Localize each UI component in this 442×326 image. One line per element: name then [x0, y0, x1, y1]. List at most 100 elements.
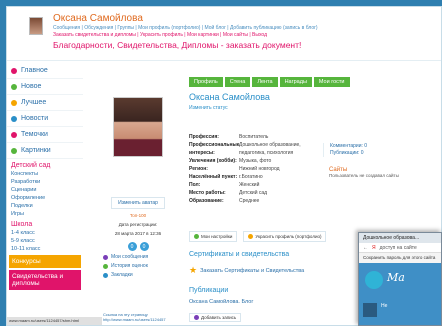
bullet-icon: [248, 234, 254, 239]
tab-feed[interactable]: Лента: [252, 77, 278, 87]
info-key: Образование:: [189, 198, 224, 204]
link-label: Мои сообщения: [111, 254, 149, 260]
info-key: Профессиональные интересы:: [189, 142, 240, 156]
header-avatar[interactable]: [29, 17, 43, 35]
url-value[interactable]: http://www.maam.ru/users/1124457: [103, 317, 166, 322]
header-links-secondary[interactable]: Заказать свидетельства и дипломы | Украс…: [53, 32, 267, 38]
publications-title: Публикации: [189, 287, 229, 294]
info-value: Нижний новгород: [239, 166, 280, 172]
section-title-kindergarten[interactable]: Детский сад: [7, 159, 83, 170]
info-row: Населённый пункт: г.Богатино: [189, 173, 319, 181]
star-icon: ★: [189, 265, 198, 275]
tab-wall[interactable]: Стена: [224, 77, 251, 87]
settings-button[interactable]: Мои настройки: [189, 231, 238, 242]
order-certificates-link[interactable]: ★ Заказать Сертификаты и Свидетельства: [189, 265, 304, 276]
sub-link[interactable]: 10-11 класс: [7, 245, 83, 253]
profile-photo: [113, 97, 163, 157]
certificates-title: Сертификаты и свидетельства: [189, 251, 290, 258]
certificates-button[interactable]: Свидетельства и дипломы: [9, 270, 81, 290]
bullet-icon: [11, 131, 17, 138]
header-links[interactable]: Сообщения | Обсуждения | Группы | Мои пр…: [53, 25, 318, 31]
change-status-link[interactable]: Изменить статус: [189, 105, 228, 111]
sidebar-item-topics[interactable]: Темочки: [7, 127, 83, 143]
bullet-icon: [103, 263, 108, 269]
bookmarks-link[interactable]: Закладки: [103, 272, 173, 278]
info-key: Населённый пункт:: [189, 174, 238, 180]
back-icon[interactable]: ←: [363, 245, 368, 251]
button-label: Мои настройки: [201, 234, 233, 239]
browser-window[interactable]: Дошкольное образова... ← Я доступ на сай…: [358, 232, 442, 326]
change-avatar-button[interactable]: Изменить аватар: [111, 197, 165, 209]
bullet-icon: [11, 83, 17, 90]
sidebar-item-label: Главное: [21, 67, 48, 74]
save-password-bar[interactable]: Сохранить пароль для этого сайта: [359, 253, 441, 263]
header: Оксана Самойлова Сообщения | Обсуждения …: [7, 7, 441, 61]
comments-count[interactable]: Комментарии: 0: [330, 143, 413, 150]
counter-circle[interactable]: 0: [127, 242, 137, 251]
page-title: Оксана Самойлова: [189, 92, 270, 102]
sidebar-item-label: Новости: [21, 115, 49, 122]
bullet-icon: [103, 272, 108, 278]
header-user-name[interactable]: Оксана Самойлова: [53, 13, 143, 24]
browser-logo-icon: Я: [372, 245, 376, 251]
sub-link[interactable]: Игры: [7, 210, 83, 218]
publications-count[interactable]: Публикации: 0: [330, 150, 413, 157]
info-row: Увлечения (хобби): Музыка, фото: [189, 157, 319, 165]
info-row: Профессия: Воспитатель: [189, 133, 319, 141]
sub-link[interactable]: Разработки: [7, 178, 83, 186]
section-title-school[interactable]: Школа: [7, 218, 83, 229]
info-value: Дошкольное образование, педагогика, псих…: [239, 142, 301, 156]
sub-link[interactable]: Сценарии: [7, 186, 83, 194]
counter-circle[interactable]: 0: [139, 242, 149, 251]
sidebar-item-label: Темочки: [21, 131, 48, 138]
profile-actions: Мои настройки Украсить профиль (портфоли…: [189, 231, 327, 242]
sidebar-item-main[interactable]: Главное: [7, 63, 83, 79]
button-label: Украсить профиль (портфолио): [255, 234, 322, 239]
site-header: Ma Не: [359, 263, 441, 325]
button-label: Добавить запись: [201, 315, 237, 320]
address-bar[interactable]: ← Я доступ на сайте: [359, 243, 441, 253]
decorate-profile-button[interactable]: Украсить профиль (портфолио): [243, 231, 327, 242]
info-row: Профессиональные интересы: Дошкольное обр…: [189, 141, 319, 157]
bullet-icon: [103, 254, 108, 260]
add-entry-button[interactable]: Добавить запись: [189, 313, 242, 322]
stats-box: Комментарии: 0 Публикации: 0: [323, 143, 413, 157]
info-value: Музыка, фото: [239, 158, 272, 164]
blog-link[interactable]: Оксана Самойлова. Блог: [189, 299, 253, 305]
page-url-box: Ссылка на эту страницу http://www.maam.r…: [103, 312, 166, 322]
bullet-icon: [194, 234, 199, 239]
profile-tabs: Профиль Стена Лента Награды Мои гости: [189, 77, 350, 87]
browser-tab[interactable]: Дошкольное образова...: [359, 233, 441, 243]
link-label: История оценок: [111, 263, 148, 269]
sub-link[interactable]: 5-9 класс: [7, 237, 83, 245]
rating-history-link[interactable]: История оценок: [103, 263, 173, 269]
bullet-icon: [194, 315, 199, 320]
sub-link[interactable]: Конспекты: [7, 170, 83, 178]
info-value: г.Богатино: [239, 174, 263, 180]
info-row: Образование: Среднее: [189, 197, 319, 205]
contests-button[interactable]: Конкурсы: [9, 255, 81, 268]
profile-column: Изменить аватар Топ-100 Дата регистрации…: [103, 97, 173, 278]
tab-profile[interactable]: Профиль: [189, 77, 223, 87]
sidebar-item-best[interactable]: Лучшее: [7, 95, 83, 111]
site-logo-icon: [365, 271, 383, 289]
sidebar-item-label: Лучшее: [21, 99, 47, 106]
link-label: Закладки: [111, 272, 133, 278]
thumbnail: [363, 303, 377, 317]
tab-guests[interactable]: Мои гости: [313, 77, 350, 87]
link-label: Заказать Сертификаты и Свидетельства: [200, 267, 305, 274]
sub-link[interactable]: Поделки: [7, 202, 83, 210]
counters: 0 0: [103, 242, 173, 251]
info-value: Детский сад: [239, 190, 268, 196]
sub-link[interactable]: Оформление: [7, 194, 83, 202]
address-text[interactable]: доступ на сайте: [380, 245, 417, 251]
sub-link[interactable]: 1-4 класс: [7, 229, 83, 237]
my-messages-link[interactable]: Мои сообщения: [103, 254, 173, 260]
sidebar-item-pictures[interactable]: Картинки: [7, 143, 83, 159]
site-brand[interactable]: Ma: [387, 271, 405, 284]
sidebar-item-new[interactable]: Новое: [7, 79, 83, 95]
header-promo-link[interactable]: Благодарности, Свидетельства, Дипломы - …: [53, 40, 301, 50]
sidebar-item-news[interactable]: Новости: [7, 111, 83, 127]
info-key: Пол:: [189, 182, 201, 188]
tab-awards[interactable]: Награды: [279, 77, 312, 87]
